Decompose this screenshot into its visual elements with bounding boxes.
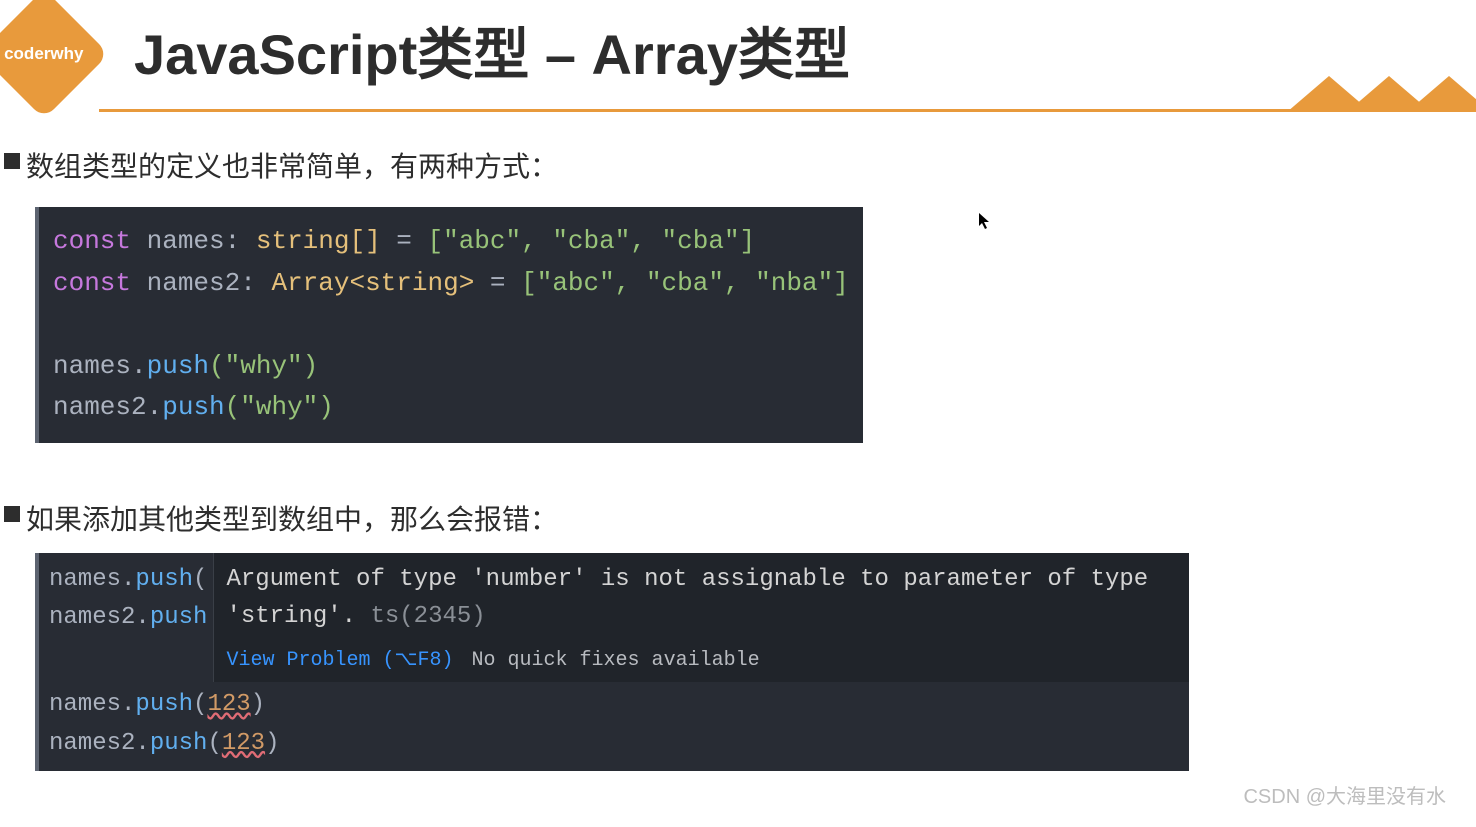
- error-value: 123: [207, 691, 250, 718]
- code-line: const names2: Array<string> = ["abc", "c…: [53, 263, 849, 305]
- bullet-square-icon: [4, 153, 20, 169]
- title-bar: JavaScript类型 – Array类型: [99, 10, 1476, 112]
- code-line: names2.push("why"): [53, 387, 849, 429]
- code-line: const names: string[] = ["abc", "cba", "…: [53, 221, 849, 263]
- code-lower-lines: names.push(123) names2.push(123): [39, 682, 1189, 771]
- error-message: Argument of type 'number' is not assigna…: [226, 566, 1148, 630]
- code-block-2: names.push( names2.push Argument of type…: [35, 553, 1189, 771]
- bullet-item-2: 如果添加其他类型到数组中，那么会报错：: [0, 498, 1476, 538]
- error-value: 123: [222, 730, 265, 757]
- code-line: names2.push: [49, 599, 207, 637]
- code-with-tooltip: names.push( names2.push Argument of type…: [39, 553, 1189, 682]
- triangle-icon: [1407, 76, 1476, 112]
- error-code: ts(2345): [370, 603, 485, 630]
- bullet-square-icon: [4, 506, 20, 522]
- no-fix-text: No quick fixes available: [472, 645, 760, 676]
- code-line: [53, 304, 849, 346]
- watermark-text: CSDN @大海里没有水: [1243, 780, 1446, 809]
- error-tooltip: Argument of type 'number' is not assigna…: [213, 553, 1189, 682]
- code-line: names.push(: [49, 561, 207, 599]
- code-line: names.push("why"): [53, 346, 849, 388]
- code-block-1: const names: string[] = ["abc", "cba", "…: [35, 207, 863, 443]
- code-left-col: names.push( names2.push: [39, 553, 213, 682]
- content-area: 数组类型的定义也非常简单，有两种方式： const names: string[…: [0, 145, 1476, 771]
- bullet-text-1: 数组类型的定义也非常简单，有两种方式：: [26, 145, 558, 185]
- code-line: names2.push(123): [49, 725, 1179, 763]
- bullet-text-2: 如果添加其他类型到数组中，那么会报错：: [26, 498, 558, 538]
- brand-logo: coderwhy: [0, 0, 109, 119]
- code-line: names.push(123): [49, 686, 1179, 724]
- page-title: JavaScript类型 – Array类型: [99, 10, 1476, 91]
- tooltip-actions: View Problem (⌥F8) No quick fixes availa…: [226, 641, 1177, 676]
- bullet-item-1: 数组类型的定义也非常简单，有两种方式：: [0, 145, 1476, 185]
- view-problem-link[interactable]: View Problem (⌥F8): [226, 645, 453, 676]
- brand-text: coderwhy: [4, 44, 83, 64]
- decor-triangles: [1276, 76, 1476, 112]
